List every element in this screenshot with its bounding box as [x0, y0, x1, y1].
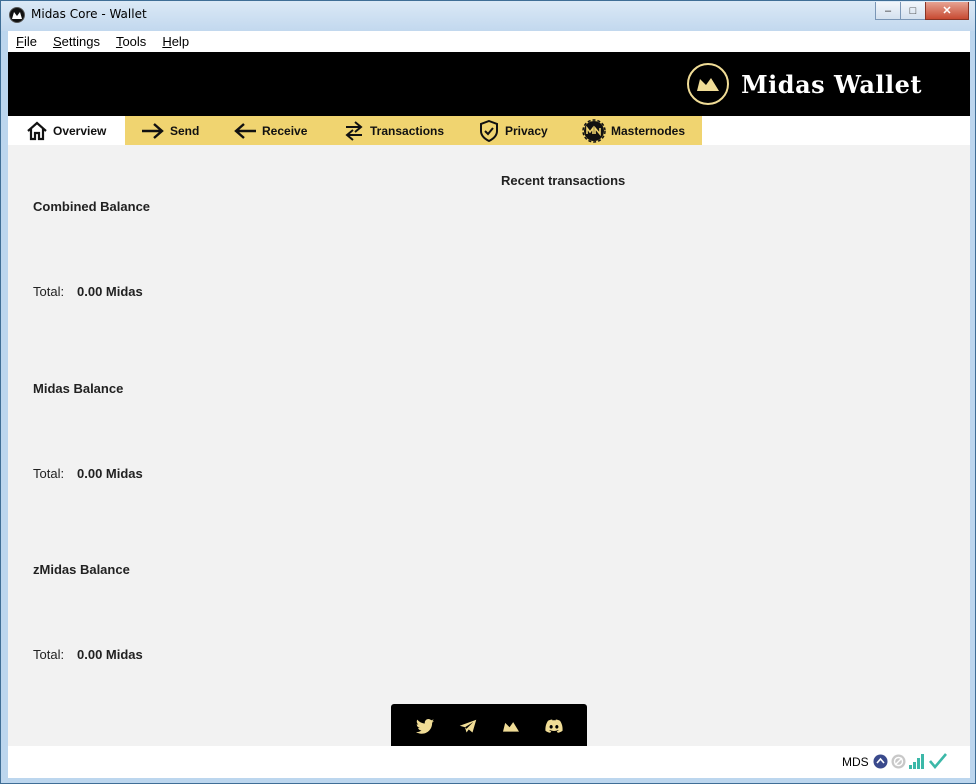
midas-balance-total: Total: 0.00 Midas [33, 466, 143, 481]
menu-help[interactable]: Help [154, 31, 197, 52]
staking-icon[interactable] [873, 754, 888, 769]
tab-send[interactable]: Send [141, 116, 199, 145]
zmidas-balance-total: Total: 0.00 Midas [33, 647, 143, 662]
minimize-button[interactable]: – [875, 2, 901, 20]
title-bar[interactable]: Midas Core - Wallet – □ ✕ [1, 1, 975, 31]
arrow-left-icon [234, 122, 256, 139]
status-icons [873, 753, 947, 769]
zmidas-balance-title: zMidas Balance [33, 562, 130, 577]
status-bar: MDS [8, 746, 970, 778]
total-label: Total: [33, 284, 65, 299]
masternode-icon [582, 118, 606, 143]
tab-privacy[interactable]: Privacy [478, 116, 548, 145]
menu-tools[interactable]: Tools [108, 31, 154, 52]
total-label: Total: [33, 466, 65, 481]
home-icon [27, 121, 47, 140]
telegram-icon[interactable] [456, 714, 480, 738]
app-window: Midas Core - Wallet – □ ✕ File Settings … [0, 0, 976, 784]
privacy-disabled-icon[interactable] [891, 754, 906, 769]
arrow-right-icon [142, 122, 164, 139]
shield-check-icon [480, 119, 498, 142]
twitter-icon[interactable] [413, 714, 437, 738]
menu-settings[interactable]: Settings [45, 31, 108, 52]
midas-crown-icon [687, 63, 730, 105]
tab-masternodes-label: Masternodes [611, 123, 686, 138]
menu-file[interactable]: File [8, 31, 45, 52]
caption-buttons: – □ ✕ [875, 2, 969, 20]
synced-check-icon[interactable] [929, 753, 947, 769]
close-button[interactable]: ✕ [925, 2, 969, 20]
tab-masternodes[interactable]: Masternodes [582, 116, 685, 145]
tab-transactions[interactable]: Transactions [343, 116, 444, 145]
swap-arrows-icon [345, 120, 363, 141]
tab-overview-label: Overview [53, 123, 107, 138]
app-icon[interactable] [9, 7, 25, 23]
discord-icon[interactable] [542, 714, 566, 738]
combined-balance-title: Combined Balance [33, 199, 151, 214]
total-value: 0.00 Midas [77, 647, 143, 662]
client-area: File Settings Tools Help Midas Wallet Ov… [8, 31, 970, 778]
midas-balance-title: Midas Balance [33, 381, 124, 396]
window-title: Midas Core - Wallet [31, 7, 147, 21]
brand-name: Midas Wallet [741, 69, 922, 99]
total-value: 0.00 Midas [77, 466, 143, 481]
tab-transactions-label: Transactions [370, 123, 445, 138]
tab-bar: Overview Send Receive Transactions Priva… [8, 116, 970, 145]
signal-bars-icon[interactable] [909, 753, 926, 769]
brand-header: Midas Wallet [8, 52, 970, 116]
menu-bar: File Settings Tools Help [8, 31, 970, 52]
tab-privacy-label: Privacy [505, 123, 548, 138]
brand: Midas Wallet [687, 63, 922, 105]
social-links [391, 704, 587, 748]
tab-send-label: Send [170, 123, 200, 138]
unit-label[interactable]: MDS [842, 755, 869, 769]
total-label: Total: [33, 647, 65, 662]
overview-page: Recent transactions Combined Balance Tot… [8, 145, 970, 746]
recent-transactions-title: Recent transactions [501, 173, 626, 188]
combined-balance-total: Total: 0.00 Midas [33, 284, 143, 299]
tab-receive-label: Receive [262, 123, 308, 138]
midas-icon[interactable] [499, 714, 523, 738]
tab-overview[interactable]: Overview [17, 116, 125, 145]
maximize-button[interactable]: □ [900, 2, 926, 20]
tab-receive[interactable]: Receive [233, 116, 307, 145]
total-value: 0.00 Midas [77, 284, 143, 299]
